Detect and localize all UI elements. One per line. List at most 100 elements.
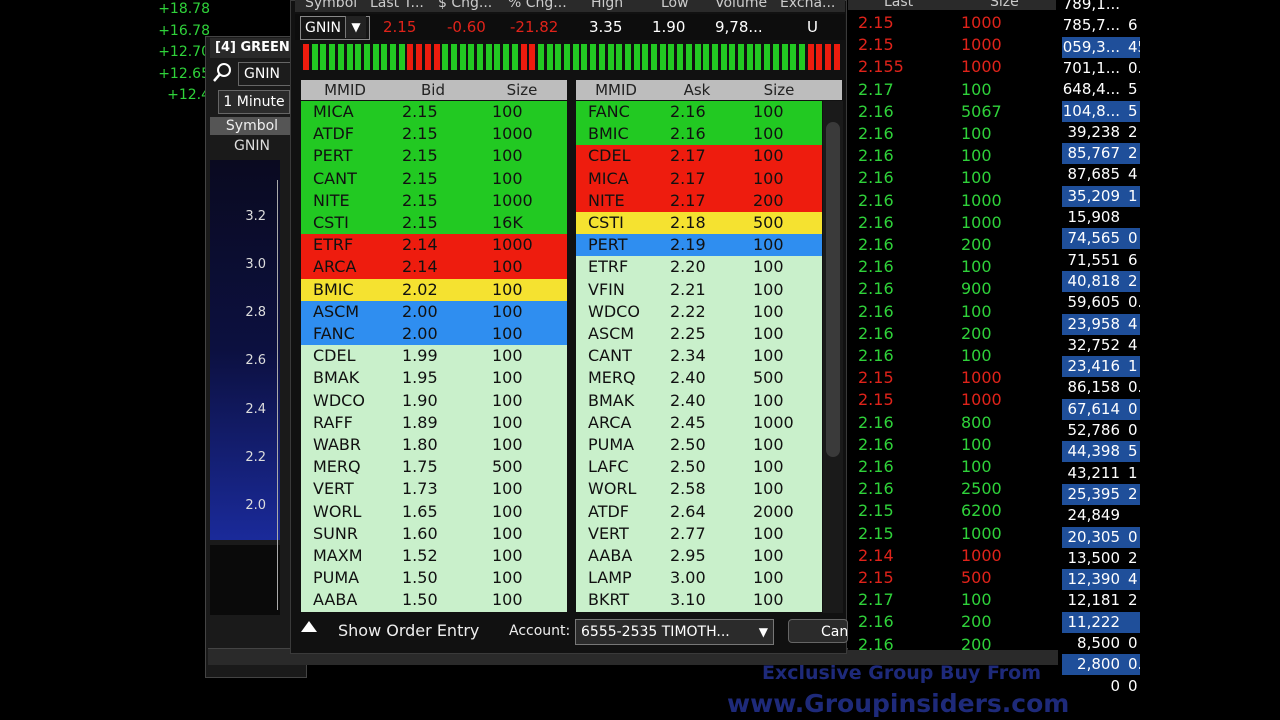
- watchlist-row[interactable]: 23,416 1: [1062, 356, 1140, 378]
- time-sales-row[interactable]: 2.15 1000: [848, 34, 1048, 56]
- time-sales-row[interactable]: 2.17 100: [848, 589, 1048, 611]
- bid-row[interactable]: MERQ 1.75 500: [301, 456, 567, 479]
- time-sales-row[interactable]: 2.15 1000: [848, 12, 1048, 34]
- chevron-down-icon[interactable]: ▼: [345, 16, 366, 38]
- bid-row[interactable]: ETRF 2.14 1000: [301, 234, 567, 257]
- ask-row[interactable]: AABA 2.95 100: [576, 545, 822, 568]
- ask-col-size[interactable]: Size: [738, 80, 820, 100]
- ask-row[interactable]: WDCO 2.22 100: [576, 300, 822, 323]
- time-sales-row[interactable]: 2.16 200: [848, 234, 1048, 256]
- ask-scrollbar-thumb[interactable]: [826, 122, 840, 457]
- ask-row[interactable]: PERT 2.19 100: [576, 234, 822, 257]
- bid-row[interactable]: ARCA 2.14 100: [301, 256, 567, 279]
- chart-symbol-input[interactable]: GNIN: [238, 62, 295, 86]
- watchlist-row[interactable]: 15,908: [1062, 207, 1140, 228]
- ask-row[interactable]: FANC 2.16 100: [576, 101, 822, 124]
- bid-row[interactable]: CANT 2.15 100: [301, 167, 567, 190]
- ask-row[interactable]: BMIC 2.16 100: [576, 123, 822, 146]
- triangle-up-icon[interactable]: [300, 620, 318, 636]
- ask-row[interactable]: PUMA 2.50 100: [576, 434, 822, 457]
- time-sales-row[interactable]: 2.16 100: [848, 256, 1048, 278]
- ask-row[interactable]: LAFC 2.50 100: [576, 456, 822, 479]
- time-sales-row[interactable]: 2.15 1000: [848, 523, 1048, 545]
- chart-interval-button[interactable]: 1 Minute: [218, 90, 290, 114]
- bid-row[interactable]: WABR 1.80 100: [301, 434, 567, 457]
- watchlist-row[interactable]: 12,181 2: [1062, 590, 1140, 612]
- time-sales-row[interactable]: 2.16 1000: [848, 212, 1048, 234]
- time-sales-row[interactable]: 2.16 900: [848, 278, 1048, 300]
- watchlist-row[interactable]: 785,7... 6: [1062, 15, 1140, 37]
- col-high[interactable]: High: [591, 0, 623, 12]
- bid-col-mmid[interactable]: MMID: [301, 80, 389, 100]
- ask-row[interactable]: ASCM 2.25 100: [576, 323, 822, 346]
- ask-col-price[interactable]: Ask: [656, 80, 738, 100]
- col-volume[interactable]: Volume: [715, 0, 767, 12]
- col-last[interactable]: Last T...: [370, 0, 424, 12]
- time-sales-row[interactable]: 2.16 200: [848, 634, 1048, 656]
- time-sales-row[interactable]: 2.155 1000: [848, 56, 1048, 78]
- bid-row[interactable]: CDEL 1.99 100: [301, 345, 567, 368]
- watchlist-row[interactable]: 00: [1062, 675, 1140, 697]
- ask-row[interactable]: VERT 2.77 100: [576, 522, 822, 545]
- time-sales-row[interactable]: 2.16 100: [848, 434, 1048, 456]
- ask-row[interactable]: ARCA 2.45 1000: [576, 411, 822, 434]
- ask-col-mmid[interactable]: MMID: [576, 80, 656, 100]
- watchlist-row[interactable]: 74,565 0: [1062, 228, 1140, 250]
- time-sales-row[interactable]: 2.15 1000: [848, 389, 1048, 411]
- col-chg[interactable]: $ Chg...: [438, 0, 492, 12]
- time-sales-row[interactable]: 2.16 800: [848, 412, 1048, 434]
- ask-row[interactable]: CSTI 2.18 500: [576, 212, 822, 235]
- time-sales-row[interactable]: 2.16 5067: [848, 101, 1048, 123]
- watchlist-row[interactable]: 35,209 1: [1062, 185, 1140, 207]
- watchlist-row[interactable]: 2,800 0.: [1062, 654, 1140, 676]
- watchlist-row[interactable]: 44,398 5: [1062, 441, 1140, 463]
- ask-row[interactable]: BMAK 2.40 100: [576, 389, 822, 412]
- time-sales-row[interactable]: 2.15 6200: [848, 500, 1048, 522]
- bid-col-size[interactable]: Size: [477, 80, 567, 100]
- bid-row[interactable]: ASCM 2.00 100: [301, 300, 567, 323]
- watchlist-row[interactable]: 67,614 0: [1062, 398, 1140, 420]
- time-sales-row[interactable]: 2.16 100: [848, 167, 1048, 189]
- watchlist-row[interactable]: 24,849: [1062, 505, 1140, 527]
- bid-col-price[interactable]: Bid: [389, 80, 477, 100]
- ask-row[interactable]: CANT 2.34 100: [576, 345, 822, 368]
- bid-row[interactable]: PERT 2.15 100: [301, 145, 567, 168]
- bid-row[interactable]: NITE 2.15 1000: [301, 189, 567, 212]
- ask-row[interactable]: MERQ 2.40 500: [576, 367, 822, 390]
- watchlist-row[interactable]: 701,1... 0.: [1062, 57, 1140, 79]
- ask-row[interactable]: ETRF 2.20 100: [576, 256, 822, 279]
- watchlist-row[interactable]: 11,222: [1062, 611, 1140, 633]
- time-sales-row[interactable]: 2.16 100: [848, 345, 1048, 367]
- watchlist-row[interactable]: 85,767 2: [1062, 143, 1140, 165]
- ts-col-size[interactable]: Size: [990, 0, 1019, 10]
- watchlist-row[interactable]: 25,395 2: [1062, 483, 1140, 505]
- bid-row[interactable]: WDCO 1.90 100: [301, 389, 567, 412]
- watchlist-row[interactable]: 13,500 2: [1062, 547, 1140, 569]
- time-sales-row[interactable]: 2.16 100: [848, 456, 1048, 478]
- bid-row[interactable]: VERT 1.73 100: [301, 478, 567, 501]
- time-sales-row[interactable]: 2.16 100: [848, 123, 1048, 145]
- bid-row[interactable]: RAFF 1.89 100: [301, 411, 567, 434]
- account-dropdown[interactable]: 6555-2535 TIMOTH... ▼: [575, 619, 774, 645]
- watchlist-row[interactable]: 12,390 4: [1062, 569, 1140, 591]
- bid-row[interactable]: BMIC 2.02 100: [301, 278, 567, 301]
- show-order-entry-toggle[interactable]: Show Order Entry: [338, 620, 479, 642]
- col-pct-chg[interactable]: % Chg...: [508, 0, 567, 12]
- col-exchange[interactable]: Excha...: [780, 0, 835, 12]
- col-low[interactable]: Low: [661, 0, 689, 12]
- ask-row[interactable]: LAMP 3.00 100: [576, 567, 822, 590]
- watchlist-row[interactable]: 20,305 0: [1062, 526, 1140, 548]
- ask-row[interactable]: WORL 2.58 100: [576, 478, 822, 501]
- watchlist-row[interactable]: 23,958 4: [1062, 313, 1140, 335]
- time-sales-row[interactable]: 2.16 2500: [848, 478, 1048, 500]
- ask-row[interactable]: NITE 2.17 200: [576, 189, 822, 212]
- watchlist-row[interactable]: 8,500 0: [1062, 633, 1140, 654]
- bid-row[interactable]: MICA 2.15 100: [301, 101, 567, 124]
- watchlist-row[interactable]: 789,1...: [1062, 0, 1140, 15]
- ts-col-last[interactable]: Last: [884, 0, 913, 10]
- ask-row[interactable]: MICA 2.17 100: [576, 167, 822, 190]
- watchlist-row[interactable]: 87,685 4: [1062, 164, 1140, 186]
- ask-row[interactable]: ATDF 2.64 2000: [576, 500, 822, 523]
- bid-row[interactable]: BMAK 1.95 100: [301, 367, 567, 390]
- col-symbol[interactable]: Symbol: [305, 0, 357, 12]
